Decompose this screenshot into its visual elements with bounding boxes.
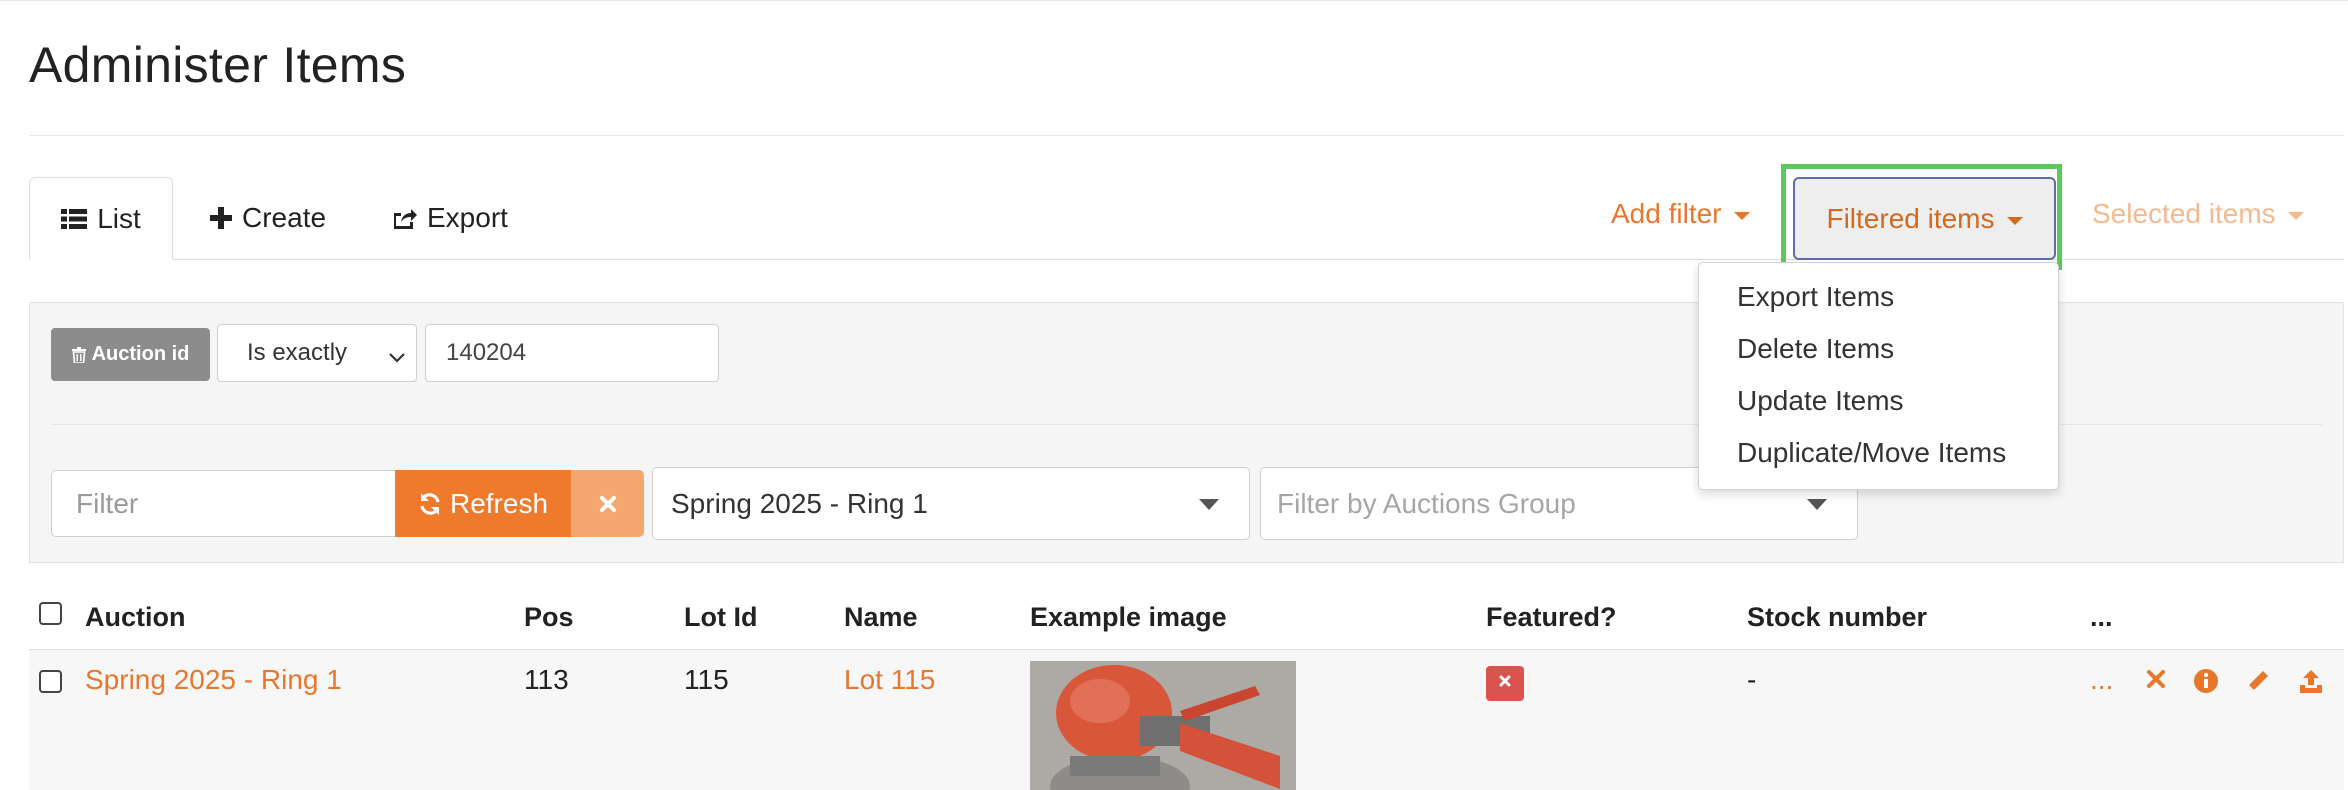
auction-select-value: Spring 2025 - Ring 1 bbox=[671, 487, 928, 519]
add-filter-label: Add filter bbox=[1611, 198, 1722, 229]
row-stock-number: - bbox=[1747, 664, 1757, 695]
selected-items-button[interactable]: Selected items bbox=[2092, 198, 2304, 230]
header-pos[interactable]: Pos bbox=[524, 602, 574, 633]
edit-icon[interactable] bbox=[2245, 668, 2271, 694]
caret-down-icon bbox=[2287, 212, 2304, 220]
row-lot-id: 115 bbox=[684, 664, 729, 695]
chevron-down-icon bbox=[388, 343, 406, 371]
page-title: Administer Items bbox=[29, 37, 407, 93]
operator-value: Is exactly bbox=[247, 339, 348, 366]
header-auction[interactable]: Auction bbox=[85, 602, 186, 633]
add-filter-button[interactable]: Add filter bbox=[1611, 198, 1750, 230]
plus-icon bbox=[210, 207, 232, 229]
info-icon[interactable] bbox=[2193, 668, 2219, 694]
chip-label: Auction id bbox=[91, 343, 190, 365]
caret-down-icon bbox=[1807, 499, 1827, 510]
featured-toggle[interactable] bbox=[1486, 666, 1524, 701]
refresh-button[interactable]: Refresh bbox=[395, 470, 571, 537]
header-example-image: Example image bbox=[1030, 602, 1227, 632]
title-divider bbox=[29, 135, 2344, 136]
list-icon bbox=[61, 208, 88, 230]
header-featured[interactable]: Featured? bbox=[1486, 602, 1617, 633]
row-checkbox[interactable] bbox=[39, 670, 62, 693]
caret-down-icon bbox=[1199, 499, 1219, 510]
row-name-link[interactable]: Lot 115 bbox=[844, 664, 935, 696]
close-icon bbox=[1498, 674, 1512, 693]
row-more-link[interactable]: ... bbox=[2090, 664, 2113, 696]
clear-filter-button[interactable] bbox=[571, 470, 644, 537]
upload-icon[interactable] bbox=[2298, 668, 2324, 694]
menu-item-duplicate-move-items[interactable]: Duplicate/Move Items bbox=[1737, 437, 2006, 469]
auctions-group-placeholder: Filter by Auctions Group bbox=[1277, 487, 1576, 519]
tab-create-label: Create bbox=[242, 202, 327, 233]
operator-select[interactable]: Is exactly bbox=[217, 324, 417, 382]
filtered-items-button[interactable]: Filtered items bbox=[1793, 177, 2056, 260]
header-name[interactable]: Name bbox=[844, 602, 918, 633]
tab-export-label: Export bbox=[427, 202, 508, 233]
header-stock-number[interactable]: Stock number bbox=[1747, 602, 1927, 633]
refresh-icon bbox=[418, 492, 442, 516]
filtered-items-dropdown: Export Items Delete Items Update Items D… bbox=[1698, 262, 2059, 490]
item-thumbnail[interactable] bbox=[1030, 661, 1296, 790]
tab-list-label: List bbox=[97, 202, 141, 234]
delete-icon[interactable] bbox=[2145, 668, 2167, 690]
auction-select[interactable]: Spring 2025 - Ring 1 bbox=[652, 467, 1250, 540]
close-icon bbox=[599, 488, 617, 520]
share-icon bbox=[391, 206, 417, 230]
menu-item-update-items[interactable]: Update Items bbox=[1737, 385, 1904, 417]
tab-export[interactable]: Export bbox=[391, 177, 508, 259]
trash-icon bbox=[71, 346, 86, 363]
remove-filter-chip[interactable]: Auction id bbox=[51, 328, 210, 381]
header-more: ... bbox=[2090, 602, 2113, 632]
row-auction-link[interactable]: Spring 2025 - Ring 1 bbox=[85, 664, 342, 696]
selected-items-label: Selected items bbox=[2092, 198, 2276, 229]
menu-item-export-items[interactable]: Export Items bbox=[1737, 281, 1894, 313]
top-border bbox=[0, 0, 2348, 1]
search-input[interactable] bbox=[51, 470, 396, 537]
header-lot-id[interactable]: Lot Id bbox=[684, 602, 757, 633]
select-all-checkbox[interactable] bbox=[39, 602, 62, 625]
filtered-items-label: Filtered items bbox=[1826, 202, 1995, 234]
tab-list[interactable]: List bbox=[29, 177, 173, 260]
row-pos: 113 bbox=[524, 664, 569, 695]
refresh-label: Refresh bbox=[449, 487, 549, 519]
filter-value-input[interactable] bbox=[425, 324, 719, 382]
caret-down-icon bbox=[1733, 212, 1750, 220]
tab-create[interactable]: Create bbox=[210, 177, 326, 259]
menu-item-delete-items[interactable]: Delete Items bbox=[1737, 333, 1894, 365]
caret-down-icon bbox=[2006, 216, 2023, 225]
